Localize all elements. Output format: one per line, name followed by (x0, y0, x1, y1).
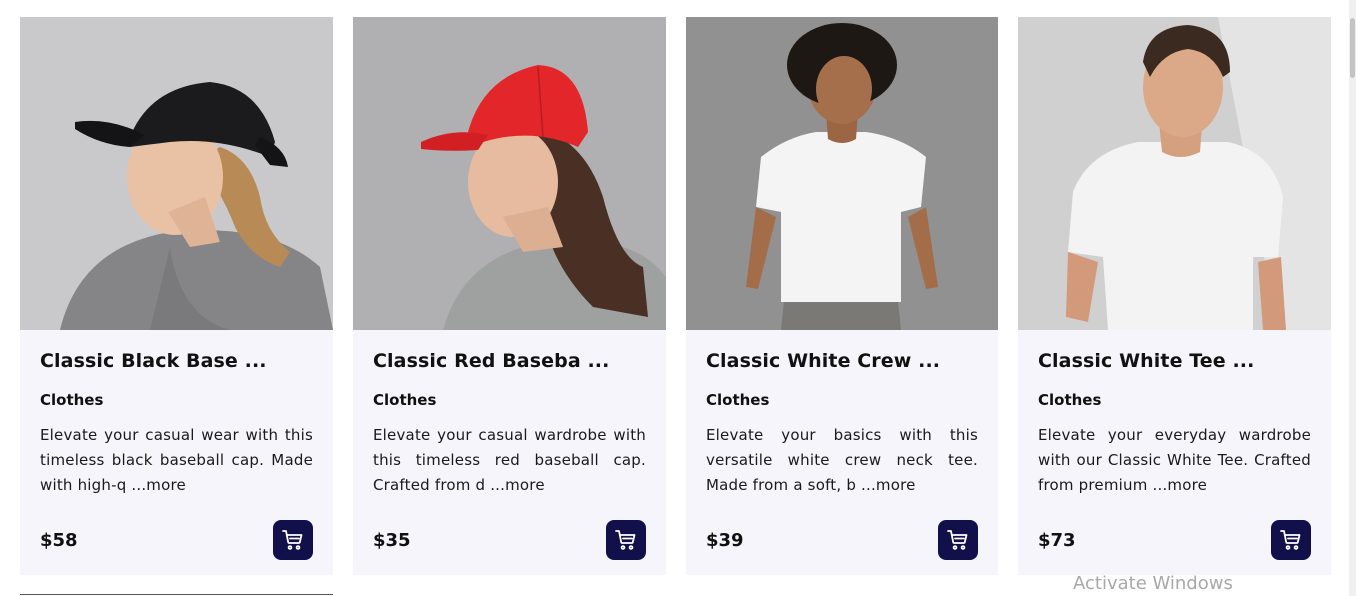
card-footer: $35 (373, 520, 646, 560)
card-footer: $39 (706, 520, 978, 560)
shopping-cart-icon (282, 530, 303, 550)
product-image[interactable] (1018, 17, 1331, 330)
product-description: Elevate your casual wardrobe with this t… (373, 423, 646, 498)
shopping-cart-icon (947, 530, 968, 550)
product-price: $35 (373, 529, 411, 551)
product-image[interactable] (686, 17, 998, 330)
product-title[interactable]: Classic Black Base ... (40, 350, 313, 372)
product-price: $39 (706, 529, 744, 551)
description-text: Elevate your basics with this versatile … (706, 426, 978, 494)
product-price: $58 (40, 529, 78, 551)
product-category: Clothes (373, 391, 437, 409)
add-to-cart-button[interactable] (606, 520, 646, 560)
card-footer: $73 (1038, 520, 1311, 560)
product-title[interactable]: Classic White Crew ... (706, 350, 978, 372)
page-scrollbar[interactable] (1349, 0, 1356, 596)
more-link[interactable]: ...more (1153, 476, 1208, 494)
scrollbar-thumb[interactable] (1350, 18, 1355, 78)
product-card[interactable]: Classic Black Base ... Clothes Elevate y… (20, 17, 333, 575)
shopping-cart-icon (1280, 530, 1301, 550)
product-card[interactable]: Classic White Tee ... Clothes Elevate yo… (1018, 17, 1331, 575)
product-description: Elevate your basics with this versatile … (706, 423, 978, 498)
add-to-cart-button[interactable] (273, 520, 313, 560)
product-category: Clothes (706, 391, 770, 409)
product-title[interactable]: Classic White Tee ... (1038, 350, 1311, 372)
product-price: $73 (1038, 529, 1076, 551)
product-image[interactable] (353, 17, 666, 330)
product-description: Elevate your casual wear with this timel… (40, 423, 313, 498)
more-link[interactable]: ...more (861, 476, 916, 494)
next-row-card-edge (20, 594, 333, 595)
product-card[interactable]: Classic White Crew ... Clothes Elevate y… (686, 17, 998, 575)
shopping-cart-icon (615, 530, 636, 550)
product-category: Clothes (40, 391, 104, 409)
more-link[interactable]: ...more (490, 476, 545, 494)
product-card[interactable]: Classic Red Baseba ... Clothes Elevate y… (353, 17, 666, 575)
product-image[interactable] (20, 17, 333, 330)
product-category: Clothes (1038, 391, 1102, 409)
product-title[interactable]: Classic Red Baseba ... (373, 350, 646, 372)
add-to-cart-button[interactable] (938, 520, 978, 560)
product-description: Elevate your everyday wardrobe with our … (1038, 423, 1311, 498)
more-link[interactable]: ...more (131, 476, 186, 494)
card-footer: $58 (40, 520, 313, 560)
activate-windows-watermark: Activate Windows (1073, 573, 1233, 594)
add-to-cart-button[interactable] (1271, 520, 1311, 560)
product-grid: Classic Black Base ... Clothes Elevate y… (20, 17, 1331, 575)
